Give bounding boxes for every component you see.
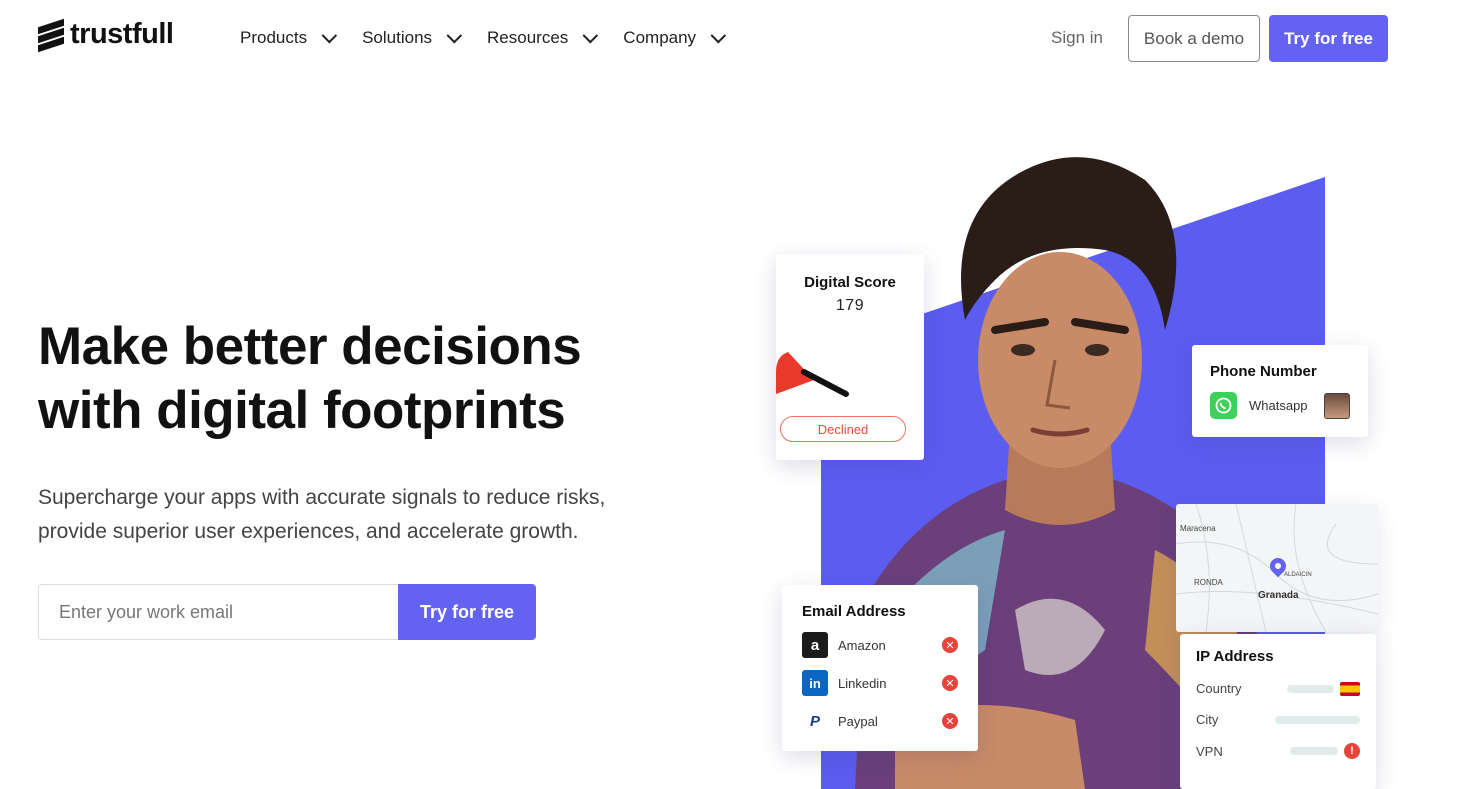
nav-item-company[interactable]: Company [623,27,727,48]
phone-channel-row: Whatsapp [1210,392,1350,419]
digital-score-card: Digital Score 179 Declined [776,254,924,460]
close-icon: ✕ [942,637,958,653]
phone-number-title: Phone Number [1210,363,1317,380]
map-city-label: Granada [1258,590,1299,601]
ip-address-card: IP Address Country City VPN ! [1180,634,1376,789]
email-address-title: Email Address [802,603,906,620]
map-label: ALDAICIN [1284,572,1312,578]
chevron-down-icon [710,27,727,43]
avatar [1324,392,1350,419]
nav-item-resources[interactable]: Resources [487,27,599,48]
hero-visual: Digital Score 179 Declined Phone Number … [760,120,1466,789]
paypal-icon: P [802,708,828,734]
try-free-nav-button[interactable]: Try for free [1269,15,1388,62]
logo-text: trustfull [70,18,174,50]
phone-number-card: Phone Number Whatsapp [1192,345,1368,437]
ip-row-label: VPN [1196,743,1223,759]
sign-in-link[interactable]: Sign in [1051,28,1103,48]
hero-title: Make better decisions with digital footp… [38,315,678,443]
nav-item-label: Company [623,28,697,47]
hero-title-line1: Make better decisions [38,317,582,376]
book-demo-button[interactable]: Book a demo [1128,15,1260,62]
ip-value-bar [1275,715,1360,724]
digital-score-title: Digital Score [804,274,896,291]
top-nav: trustfull Products Solutions Resources C… [0,0,1466,78]
ip-row-label: Country [1196,681,1242,696]
email-account-name: Amazon [838,637,886,653]
nav-item-label: Products [240,28,308,47]
score-gauge [776,352,849,397]
hero-title-line2: with digital footprints [38,381,566,440]
ip-address-title: IP Address [1196,648,1274,665]
warning-icon: ! [1344,743,1360,759]
ip-value-bar [1287,684,1334,693]
amazon-icon: a [802,632,828,658]
nav-item-label: Resources [487,28,569,47]
ip-row-country: Country [1196,681,1360,696]
nav-item-label: Solutions [362,28,433,47]
hero-subtitle-line2: provide superior user experiences, and a… [38,520,579,543]
nav-menu: Products Solutions Resources Company [240,27,727,48]
nav-item-products[interactable]: Products [240,27,338,48]
linkedin-icon: in [802,670,828,696]
close-icon: ✕ [942,713,958,729]
close-icon: ✕ [942,675,958,691]
email-account-row: P Paypal ✕ [802,708,958,734]
hero-subtitle: Supercharge your apps with accurate sign… [38,481,718,549]
ip-value-bar [1290,747,1338,755]
ip-row-vpn: VPN ! [1196,743,1360,759]
map-label: RONDA [1194,578,1223,587]
declined-badge: Declined [780,416,906,442]
email-address-card: Email Address a Amazon ✕ in Linkedin ✕ P… [782,585,978,751]
chevron-down-icon [582,27,599,43]
logo[interactable]: trustfull [38,18,174,52]
phone-channel-label: Whatsapp [1249,398,1308,413]
whatsapp-icon [1210,392,1237,419]
try-free-hero-button[interactable]: Try for free [398,584,536,640]
spain-flag-icon [1339,681,1360,696]
hero-subtitle-line1: Supercharge your apps with accurate sign… [38,486,606,509]
chevron-down-icon [446,27,463,43]
location-map: Maracena RONDA ALDAICIN Granada [1176,504,1378,632]
nav-item-solutions[interactable]: Solutions [362,27,463,48]
digital-score-value: 179 [835,297,865,314]
chevron-down-icon [321,27,338,43]
ip-row-city: City [1196,712,1360,727]
email-account-name: Linkedin [838,675,887,691]
email-account-row: in Linkedin ✕ [802,670,958,696]
email-account-row: a Amazon ✕ [802,632,958,658]
email-account-name: Paypal [838,713,878,729]
work-email-input[interactable] [38,584,399,640]
map-label: Maracena [1180,524,1216,533]
ip-row-label: City [1196,712,1219,727]
logo-mark-icon [38,18,64,52]
